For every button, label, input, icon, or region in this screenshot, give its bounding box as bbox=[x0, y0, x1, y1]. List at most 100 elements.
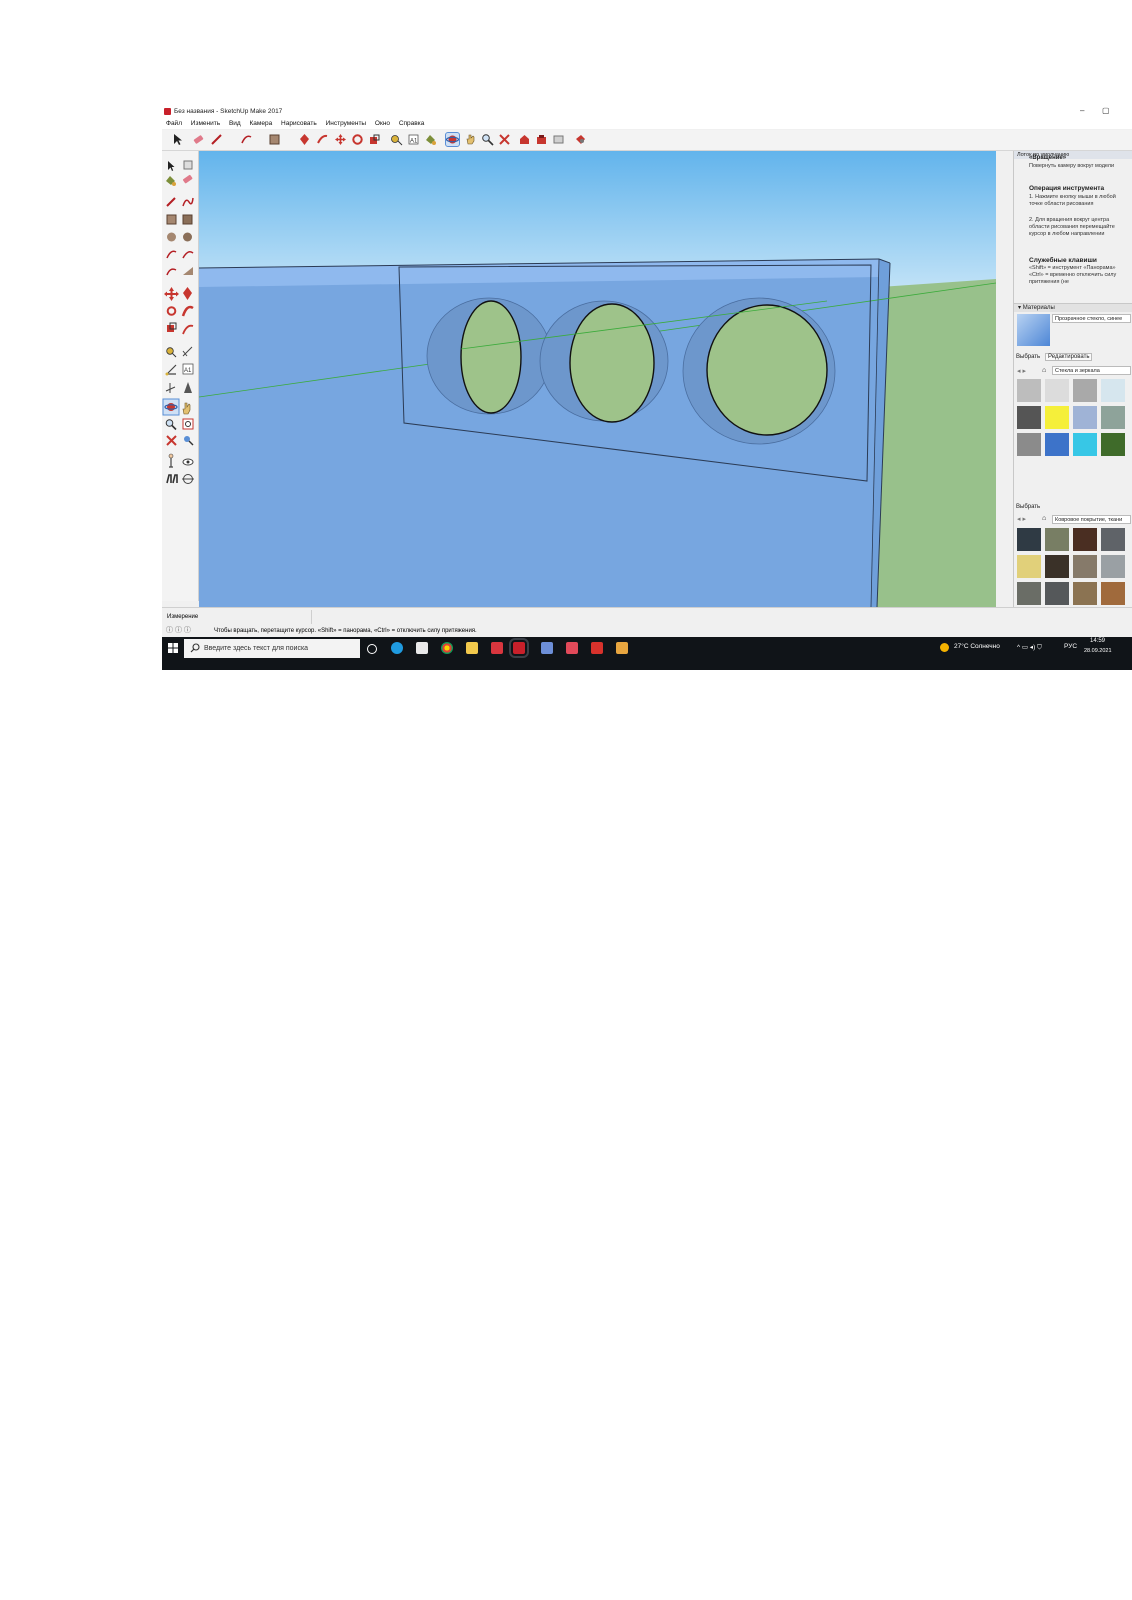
material-swatch[interactable] bbox=[1017, 555, 1041, 578]
tool-palette-icons[interactable]: A1 bbox=[162, 151, 198, 491]
hole-2-opening bbox=[569, 303, 655, 423]
app-orange-icon[interactable] bbox=[616, 642, 628, 654]
material-swatch[interactable] bbox=[1017, 433, 1041, 456]
windows-start-icon[interactable] bbox=[168, 643, 178, 653]
home-icon[interactable]: ⌂ bbox=[1042, 367, 1050, 375]
rotate-tool-icon[interactable] bbox=[351, 133, 364, 146]
move-tool-icon[interactable] bbox=[334, 133, 347, 146]
windows-taskbar: Введите здесь текст для поиска 27°C Солн… bbox=[162, 637, 1132, 670]
select-label: Выбрать bbox=[1016, 504, 1041, 510]
material-swatch[interactable] bbox=[1101, 433, 1125, 456]
orbit-tool-icon[interactable] bbox=[445, 132, 460, 147]
material-swatch[interactable] bbox=[1073, 555, 1097, 578]
chrome-icon[interactable] bbox=[441, 642, 453, 654]
svg-text:A1: A1 bbox=[184, 368, 192, 374]
tray-icons[interactable]: ^ ▭ ◂) ⛉ bbox=[1017, 643, 1042, 652]
materials-panel-header[interactable]: ▾ Материалы bbox=[1014, 303, 1132, 312]
line-tool-icon[interactable] bbox=[210, 133, 223, 146]
menu-edit[interactable]: Изменить bbox=[191, 119, 220, 129]
store-icon[interactable] bbox=[416, 642, 428, 654]
zoom-extents-tool-icon[interactable] bbox=[498, 133, 511, 146]
home-icon-2[interactable]: ⌂ bbox=[1042, 515, 1046, 522]
material-swatch[interactable] bbox=[1045, 433, 1069, 456]
warehouse-icon[interactable] bbox=[518, 133, 531, 146]
extension-manager-icon[interactable] bbox=[574, 133, 587, 146]
material-swatch[interactable] bbox=[1101, 582, 1125, 605]
material-swatch[interactable] bbox=[1045, 406, 1069, 429]
geo-location-icon[interactable]: ⓘ ⓘ ⓘ bbox=[166, 625, 191, 637]
material-name-field[interactable]: Прозрачное стекло, синее bbox=[1052, 314, 1131, 323]
extension-warehouse-icon[interactable] bbox=[535, 133, 548, 146]
task-view-icon[interactable] bbox=[367, 644, 377, 654]
material-swatch[interactable] bbox=[1073, 433, 1097, 456]
app-red-icon[interactable] bbox=[491, 642, 503, 654]
maximize-button[interactable]: ▢ bbox=[1102, 106, 1110, 115]
tab-edit[interactable]: Редактировать bbox=[1045, 353, 1093, 361]
material-swatch[interactable] bbox=[1017, 528, 1041, 551]
material-swatch[interactable] bbox=[1017, 582, 1041, 605]
offset-tool-icon[interactable] bbox=[316, 133, 329, 146]
scale-tool-icon[interactable] bbox=[368, 133, 381, 146]
app-blue-icon[interactable] bbox=[541, 642, 553, 654]
current-material-preview bbox=[1017, 314, 1050, 346]
material-swatch[interactable] bbox=[1101, 406, 1125, 429]
material-swatch[interactable] bbox=[1017, 406, 1041, 429]
measurements-box[interactable]: Измерение bbox=[162, 610, 312, 624]
material-swatch[interactable] bbox=[1045, 555, 1069, 578]
material-swatch[interactable] bbox=[1045, 528, 1069, 551]
back-arrow-icon[interactable]: ◂ ▸ bbox=[1017, 367, 1026, 375]
search-icon bbox=[190, 643, 200, 653]
zoom-tool-icon[interactable] bbox=[481, 133, 494, 146]
weather-sun-icon[interactable] bbox=[940, 643, 949, 652]
clock-date[interactable]: 28.09.2021 bbox=[1084, 648, 1112, 654]
material-swatch[interactable] bbox=[1073, 379, 1097, 402]
material-swatch[interactable] bbox=[1101, 379, 1125, 402]
menu-window[interactable]: Окно bbox=[375, 119, 390, 129]
menu-camera[interactable]: Камера bbox=[250, 119, 273, 129]
rectangle-tool-icon[interactable] bbox=[268, 133, 281, 146]
eraser-tool-icon[interactable] bbox=[192, 133, 205, 146]
push-pull-tool-icon[interactable] bbox=[298, 133, 311, 146]
select-tool-icon[interactable] bbox=[171, 133, 184, 146]
drawing-area[interactable] bbox=[199, 151, 996, 607]
pan-tool-icon[interactable] bbox=[464, 133, 477, 146]
material-swatch[interactable] bbox=[1045, 379, 1069, 402]
minimize-button[interactable]: – bbox=[1080, 106, 1084, 115]
weather-text[interactable]: 27°C Солнечно bbox=[954, 643, 1000, 650]
paint-bucket-tool-icon[interactable] bbox=[424, 133, 437, 146]
material-swatch[interactable] bbox=[1045, 582, 1069, 605]
menu-help[interactable]: Справка bbox=[399, 119, 425, 129]
material-swatch[interactable] bbox=[1101, 528, 1125, 551]
app-p-icon[interactable] bbox=[591, 642, 603, 654]
sketchup-taskbar-icon[interactable] bbox=[509, 638, 529, 658]
instructor-step-2: 2. Для вращения вокруг центра области ри… bbox=[1029, 217, 1115, 237]
material-library-select[interactable]: Стекла и зеркала bbox=[1052, 366, 1131, 375]
layout-icon[interactable] bbox=[552, 133, 565, 146]
material-swatch[interactable] bbox=[1073, 528, 1097, 551]
menu-view[interactable]: Вид bbox=[229, 119, 241, 129]
materials-title: Материалы bbox=[1022, 305, 1055, 311]
menu-draw[interactable]: Нарисовать bbox=[281, 119, 317, 129]
material-swatch[interactable] bbox=[1073, 582, 1097, 605]
app-pink-icon[interactable] bbox=[566, 642, 578, 654]
clock-time[interactable]: 14:59 bbox=[1090, 638, 1105, 644]
edge-browser-icon[interactable] bbox=[391, 642, 403, 654]
material-swatch[interactable] bbox=[1073, 406, 1097, 429]
material-swatch[interactable] bbox=[1101, 555, 1125, 578]
text-tool-icon[interactable]: A1 bbox=[407, 133, 420, 146]
title-bar: Без названия - SketchUp Make 2017 – ▢ bbox=[162, 105, 1132, 119]
menu-file[interactable]: Файл bbox=[166, 119, 182, 129]
material-swatch[interactable] bbox=[1017, 379, 1041, 402]
back-arrow-icon-2[interactable]: ◂ ▸ bbox=[1017, 515, 1026, 523]
material-library-select-2[interactable]: Ковровое покрытие, ткани bbox=[1052, 515, 1131, 524]
tape-measure-tool-icon[interactable] bbox=[390, 133, 403, 146]
arc-tool-icon[interactable] bbox=[240, 133, 253, 146]
instructor-tool-desc: Повернуть камеру вокруг модели bbox=[1029, 163, 1115, 169]
tab-select[interactable]: Выбрать bbox=[1016, 354, 1040, 360]
menu-tools[interactable]: Инструменты bbox=[326, 119, 367, 129]
instructor-tool-name: «Вращение» bbox=[1029, 155, 1067, 161]
file-explorer-icon[interactable] bbox=[466, 642, 478, 654]
language-indicator[interactable]: РУС bbox=[1064, 643, 1077, 650]
taskbar-search-input[interactable]: Введите здесь текст для поиска bbox=[184, 639, 360, 658]
ground-plane bbox=[875, 279, 996, 607]
